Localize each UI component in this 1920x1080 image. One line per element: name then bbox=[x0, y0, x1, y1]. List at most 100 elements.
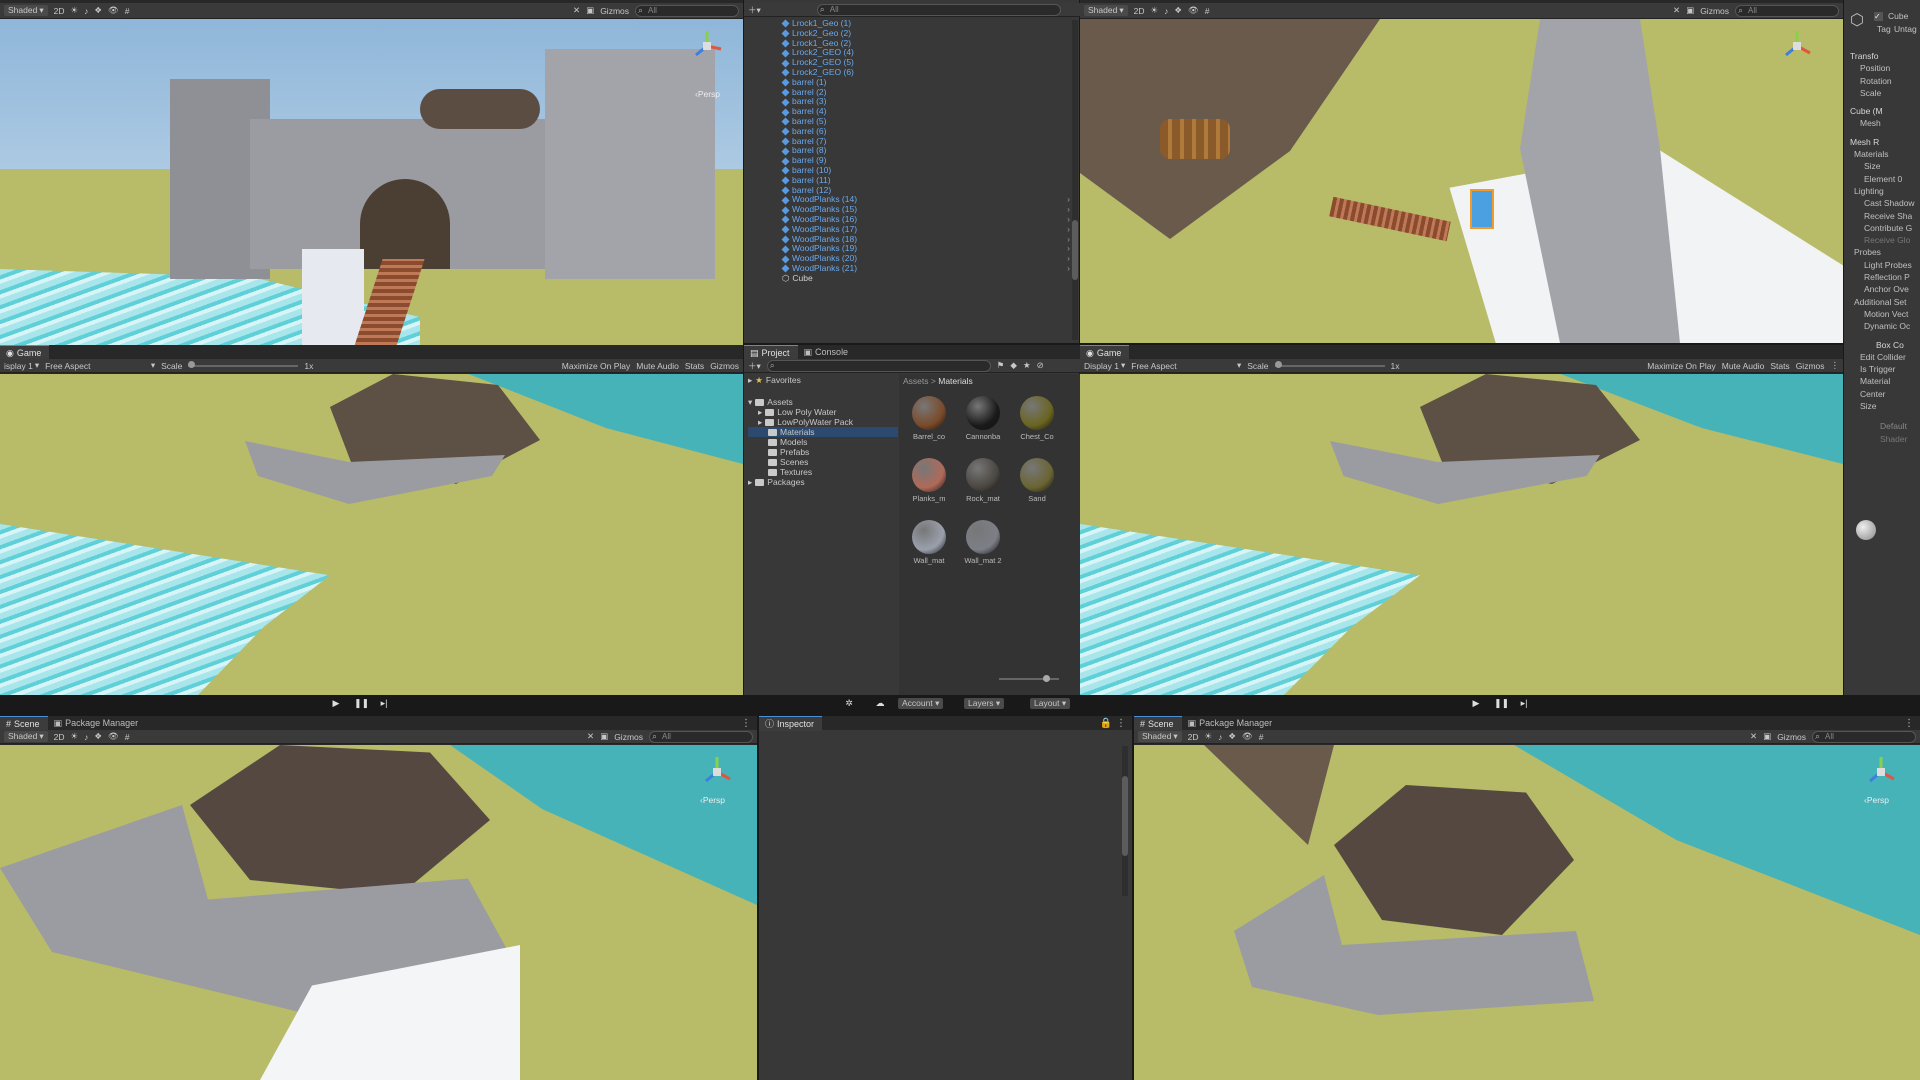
chevron-right-icon[interactable]: › bbox=[1067, 263, 1070, 274]
effects-icon[interactable]: ❖ bbox=[94, 731, 102, 742]
scene-search-input[interactable]: All bbox=[635, 4, 739, 17]
hidden-objects-icon[interactable]: 👁 bbox=[108, 731, 119, 742]
2d-toggle[interactable]: 2D bbox=[1134, 6, 1145, 16]
shading-dropdown[interactable]: Shaded ▾ bbox=[1138, 731, 1182, 742]
tools-icon[interactable]: ✕ bbox=[587, 731, 594, 742]
tree-item[interactable]: Textures bbox=[748, 467, 898, 477]
tab-console[interactable]: ▣ Console bbox=[798, 345, 857, 359]
shading-dropdown[interactable]: Shaded ▾ bbox=[1084, 5, 1128, 16]
scale-slider[interactable] bbox=[1274, 360, 1385, 368]
audio-icon[interactable]: ♪ bbox=[84, 6, 88, 16]
effects-icon[interactable]: ❖ bbox=[94, 5, 102, 16]
tools-icon[interactable]: ✕ bbox=[1673, 5, 1680, 16]
tab-scene[interactable]: # Scene bbox=[1134, 715, 1182, 731]
camera-icon[interactable]: ▣ bbox=[600, 731, 608, 742]
tab-game[interactable]: ◉ Game bbox=[1080, 344, 1130, 360]
gizmos-dropdown[interactable]: Gizmos bbox=[1700, 6, 1729, 16]
grid-icon[interactable]: # bbox=[125, 6, 130, 16]
lighting-icon[interactable]: ☀ bbox=[1204, 731, 1212, 742]
collab-icon[interactable]: ✲ bbox=[843, 697, 855, 709]
audio-icon[interactable]: ♪ bbox=[84, 732, 88, 742]
hierarchy-scrollbar[interactable] bbox=[1072, 20, 1078, 340]
material-tile[interactable]: Cannonba bbox=[961, 396, 1005, 441]
material-tile[interactable]: Wall_mat bbox=[907, 520, 951, 565]
scene-viewport[interactable] bbox=[1080, 19, 1843, 343]
scene-search-input[interactable]: All bbox=[1735, 4, 1839, 17]
assets-row[interactable]: ▾ Assets bbox=[748, 397, 898, 407]
gizmos-dropdown[interactable]: Gizmos bbox=[600, 6, 629, 16]
lighting-icon[interactable]: ☀ bbox=[70, 5, 78, 16]
inspector-row[interactable]: Box Co bbox=[1850, 339, 1920, 351]
layers-dropdown[interactable]: Layers ▾ bbox=[964, 698, 1005, 709]
cloud-icon[interactable]: ☁ bbox=[874, 697, 886, 709]
material-tile[interactable]: Sand bbox=[1015, 458, 1059, 503]
thumbnail-size-slider[interactable] bbox=[999, 675, 1059, 682]
filter-icon[interactable]: ⚑ bbox=[997, 360, 1005, 371]
label-icon[interactable]: ◆ bbox=[1010, 360, 1017, 371]
tab-scene[interactable]: # Scene bbox=[0, 715, 48, 731]
lighting-icon[interactable]: ☀ bbox=[1150, 5, 1158, 16]
inspector-row[interactable]: Default bbox=[1850, 420, 1920, 432]
step-button-right[interactable]: ▸| bbox=[1518, 697, 1530, 709]
step-button[interactable]: ▸| bbox=[378, 697, 390, 709]
display-dropdown[interactable]: Display 1 ▾ bbox=[1084, 360, 1125, 371]
mute-audio-toggle[interactable]: Mute Audio bbox=[1722, 361, 1765, 371]
tools-icon[interactable]: ✕ bbox=[1750, 731, 1757, 742]
create-button[interactable]: ＋▾ bbox=[748, 360, 761, 372]
aspect-dropdown[interactable]: Free Aspect ▾ bbox=[1131, 360, 1241, 371]
scene-viewport[interactable]: ‹Persp bbox=[1134, 745, 1920, 1080]
selected-cube[interactable] bbox=[1470, 189, 1494, 229]
breadcrumb-root[interactable]: Assets bbox=[903, 376, 929, 386]
tree-item[interactable]: Models bbox=[748, 437, 898, 447]
inspector-row[interactable]: Lighting bbox=[1850, 185, 1920, 197]
orientation-gizmo[interactable] bbox=[1780, 29, 1814, 63]
orientation-gizmo[interactable] bbox=[700, 755, 734, 789]
lock-icon[interactable]: 🔒 bbox=[1100, 718, 1116, 729]
tab-game[interactable]: ◉ Game bbox=[0, 344, 50, 360]
gizmos-dropdown[interactable]: Gizmos bbox=[1777, 732, 1806, 742]
object-name[interactable]: Cube bbox=[1888, 11, 1908, 21]
inspector-row[interactable]: Mesh R bbox=[1850, 136, 1920, 148]
audio-icon[interactable]: ♪ bbox=[1164, 6, 1168, 16]
scene-search-input[interactable]: All bbox=[1812, 730, 1916, 743]
tab-package-manager[interactable]: ▣ Package Manager bbox=[48, 716, 147, 730]
shading-dropdown[interactable]: Shaded ▾ bbox=[4, 5, 48, 16]
grid-icon[interactable]: # bbox=[1259, 732, 1264, 742]
inspector-row[interactable]: Cube (M bbox=[1850, 105, 1920, 117]
pause-button-right[interactable]: ❚❚ bbox=[1494, 697, 1509, 709]
add-object-button[interactable]: ＋▾ bbox=[748, 4, 761, 16]
white-cube[interactable] bbox=[302, 249, 364, 347]
play-button[interactable]: ▶ bbox=[330, 697, 342, 709]
camera-icon[interactable]: ▣ bbox=[586, 5, 594, 16]
material-tile[interactable]: Rock_mat bbox=[961, 458, 1005, 503]
more-options-icon[interactable]: ⋮ bbox=[741, 718, 757, 729]
audio-icon[interactable]: ♪ bbox=[1218, 732, 1222, 742]
effects-icon[interactable]: ❖ bbox=[1174, 5, 1182, 16]
tree-item[interactable]: ▸ LowPolyWater Pack bbox=[748, 417, 898, 427]
inspector-row[interactable]: Materials bbox=[1850, 148, 1920, 160]
tree-item-selected[interactable]: Materials bbox=[748, 427, 898, 437]
grid-icon[interactable]: # bbox=[125, 732, 130, 742]
game-viewport[interactable] bbox=[1080, 374, 1843, 695]
gizmos-toggle[interactable]: Gizmos bbox=[1796, 361, 1825, 371]
stats-toggle[interactable]: Stats bbox=[1770, 361, 1789, 371]
play-button-right[interactable]: ▶ bbox=[1470, 697, 1482, 709]
more-options-icon[interactable]: ⋮ bbox=[1116, 718, 1132, 729]
hidden-objects-icon[interactable]: 👁 bbox=[1188, 5, 1199, 16]
tools-icon[interactable]: ✕ bbox=[573, 5, 580, 16]
material-tile[interactable]: Chest_Co bbox=[1015, 396, 1059, 441]
camera-icon[interactable]: ▣ bbox=[1686, 5, 1694, 16]
inspector-row[interactable]: Additional Set bbox=[1850, 296, 1920, 308]
star-icon[interactable]: ★ bbox=[1023, 360, 1031, 371]
tab-inspector[interactable]: ⓘ Inspector bbox=[759, 715, 823, 731]
scene-viewport[interactable]: ‹Persp bbox=[0, 19, 743, 347]
inspector-row[interactable]: Transfo bbox=[1850, 50, 1920, 62]
tag-dropdown[interactable]: Untag bbox=[1894, 24, 1917, 34]
tab-package-manager[interactable]: ▣ Package Manager bbox=[1182, 716, 1281, 730]
aspect-dropdown[interactable]: Free Aspect ▾ bbox=[45, 360, 155, 371]
2d-toggle[interactable]: 2D bbox=[54, 732, 65, 742]
orientation-gizmo[interactable] bbox=[690, 29, 724, 63]
grid-icon[interactable]: # bbox=[1205, 6, 1210, 16]
tree-item[interactable]: ▸ Low Poly Water bbox=[748, 407, 898, 417]
pause-button[interactable]: ❚❚ bbox=[354, 697, 369, 709]
